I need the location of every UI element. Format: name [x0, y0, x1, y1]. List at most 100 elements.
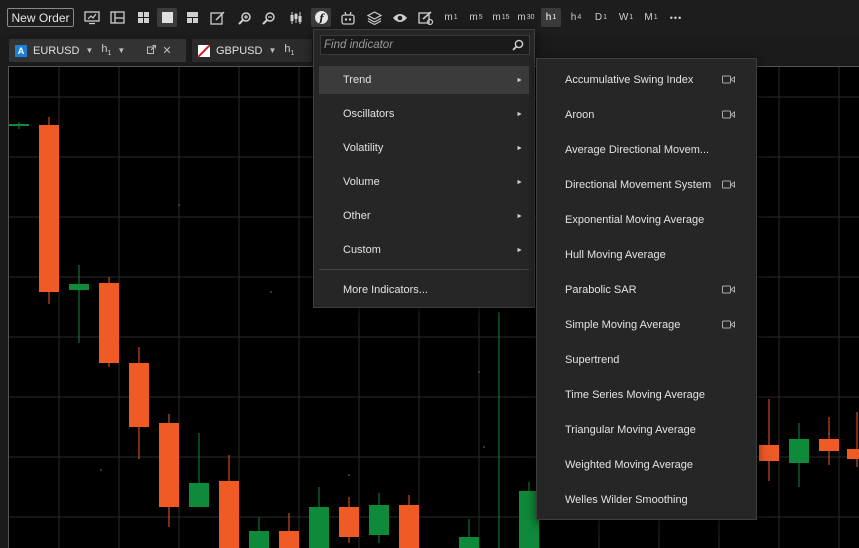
video-tutorial-icon[interactable]: [722, 75, 735, 87]
submenu-arrow-icon: ►: [516, 110, 523, 118]
indicator-label: Average Directional Movem...: [565, 144, 710, 156]
gbpusd-badge: [198, 44, 210, 57]
indicator-label: Simple Moving Average: [565, 319, 681, 331]
candle-body: [129, 363, 149, 427]
close-tab-icon[interactable]: ✕: [162, 44, 171, 57]
category-volatility[interactable]: Volatility ►: [319, 134, 529, 162]
submenu-arrow-icon: ►: [516, 178, 523, 186]
indicator-menu: Trend► Oscillators► Volatility► Volume► …: [313, 29, 535, 308]
timeframe-m15[interactable]: m 15: [491, 8, 511, 27]
tab-gbpusd[interactable]: GBPUSD ▼ h1: [192, 39, 312, 62]
split-layout-icon[interactable]: [182, 8, 202, 27]
search-icon[interactable]: [510, 39, 526, 51]
drawing-tools-icon[interactable]: [208, 8, 228, 27]
video-tutorial-icon[interactable]: [722, 110, 735, 122]
category-other[interactable]: Other ►: [319, 202, 529, 230]
trend-indicator-item[interactable]: Exponential Moving Average: [565, 210, 750, 230]
tab-period[interactable]: h1: [101, 43, 111, 57]
category-oscillators[interactable]: Oscillators ►: [319, 100, 529, 128]
tab-eurusd[interactable]: A EURUSD ▼ h1 ▼ ✕: [9, 39, 186, 62]
more-indicators-item[interactable]: More Indicators...: [319, 276, 529, 304]
candle-body: [819, 439, 839, 451]
video-tutorial-icon[interactable]: [722, 320, 735, 332]
detach-icon[interactable]: [147, 44, 157, 57]
trend-indicator-item[interactable]: Triangular Moving Average: [565, 420, 750, 440]
candle-body: [789, 439, 809, 463]
trend-indicator-item[interactable]: Supertrend: [565, 350, 750, 370]
chart-dot: [828, 432, 830, 434]
indicator-label: Time Series Moving Average: [565, 389, 706, 401]
find-indicator-input[interactable]: [321, 39, 510, 51]
more-options-button[interactable]: •••: [666, 8, 686, 27]
video-tutorial-icon[interactable]: [722, 285, 735, 297]
candle-body: [279, 531, 299, 548]
single-chart-icon[interactable]: [157, 8, 177, 27]
chart-dot: [178, 204, 180, 206]
layout-panel-icon[interactable]: [107, 8, 127, 27]
symbol-dropdown-icon[interactable]: ▼: [268, 46, 276, 55]
zoom-out-icon[interactable]: [259, 8, 279, 27]
layers-icon[interactable]: [364, 8, 384, 27]
video-tutorial-icon[interactable]: [722, 180, 735, 192]
chart-dot: [483, 446, 485, 448]
timeframe-mn1[interactable]: M1: [641, 8, 661, 27]
indicator-search: [320, 35, 530, 55]
trend-indicator-item[interactable]: Welles Wilder Smoothing: [565, 490, 750, 510]
trend-indicator-item[interactable]: Weighted Moving Average: [565, 455, 750, 475]
indicator-label: Welles Wilder Smoothing: [565, 494, 688, 506]
timeframe-w1[interactable]: W1: [616, 8, 636, 27]
candle-body: [69, 284, 89, 290]
new-order-button[interactable]: New Order: [7, 8, 74, 27]
chart-dot: [100, 469, 102, 471]
trend-indicator-item[interactable]: Parabolic SAR: [565, 280, 750, 300]
eye-icon[interactable]: [390, 8, 410, 27]
timeframe-h4[interactable]: h4: [566, 8, 586, 27]
category-volume[interactable]: Volume ►: [319, 168, 529, 196]
grid-layout-icon[interactable]: [133, 8, 153, 27]
indicator-label: Parabolic SAR: [565, 284, 637, 296]
candle-body: [399, 505, 419, 548]
zoom-in-icon[interactable]: [235, 8, 255, 27]
menu-divider: [319, 269, 529, 270]
indicators-icon[interactable]: f: [311, 8, 331, 27]
candle-body: [189, 483, 209, 507]
candle-body: [759, 445, 779, 461]
indicator-label: Aroon: [565, 109, 595, 121]
chart-dot: [768, 456, 770, 458]
indicator-label: Hull Moving Average: [565, 249, 666, 261]
timeframe-m5[interactable]: m5: [466, 8, 486, 27]
tab-period[interactable]: h1: [284, 43, 294, 57]
eurusd-badge: A: [15, 44, 27, 57]
timeframe-m1[interactable]: m1: [441, 8, 461, 27]
chart-dot: [270, 291, 272, 293]
candle-body: [249, 531, 269, 548]
period-dropdown-icon[interactable]: ▼: [117, 46, 125, 55]
chart-settings-icon[interactable]: [416, 8, 436, 27]
timeframe-m30[interactable]: m 30: [516, 8, 536, 27]
cbot-robot-icon[interactable]: [338, 8, 358, 27]
submenu-arrow-icon: ►: [516, 212, 523, 220]
trend-indicator-item[interactable]: Directional Movement System: [565, 175, 750, 195]
candlestick-icon[interactable]: [286, 8, 306, 27]
trend-indicator-item[interactable]: Simple Moving Average: [565, 315, 750, 335]
trend-indicator-item[interactable]: Hull Moving Average: [565, 245, 750, 265]
trade-monitor-icon[interactable]: [82, 8, 102, 27]
indicator-label: Exponential Moving Average: [565, 214, 705, 226]
timeframe-d1[interactable]: D1: [591, 8, 611, 27]
timeframe-h1[interactable]: h1: [541, 8, 561, 27]
submenu-arrow-icon: ►: [516, 76, 523, 84]
trend-indicator-item[interactable]: Time Series Moving Average: [565, 385, 750, 405]
trend-indicator-item[interactable]: Average Directional Movem...: [565, 140, 750, 160]
candle-body: [159, 423, 179, 507]
candle-body: [369, 505, 389, 535]
symbol-dropdown-icon[interactable]: ▼: [85, 46, 93, 55]
indicator-label: Accumulative Swing Index: [565, 74, 694, 86]
tab-symbol-label: GBPUSD: [216, 44, 263, 57]
candle-body: [459, 537, 479, 548]
trend-indicator-item[interactable]: Aroon: [565, 105, 750, 125]
trend-indicator-item[interactable]: Accumulative Swing Index: [565, 70, 750, 90]
category-trend[interactable]: Trend ►: [319, 66, 529, 94]
category-custom[interactable]: Custom ►: [319, 236, 529, 264]
candle-body: [219, 481, 239, 548]
submenu-arrow-icon: ►: [516, 246, 523, 254]
